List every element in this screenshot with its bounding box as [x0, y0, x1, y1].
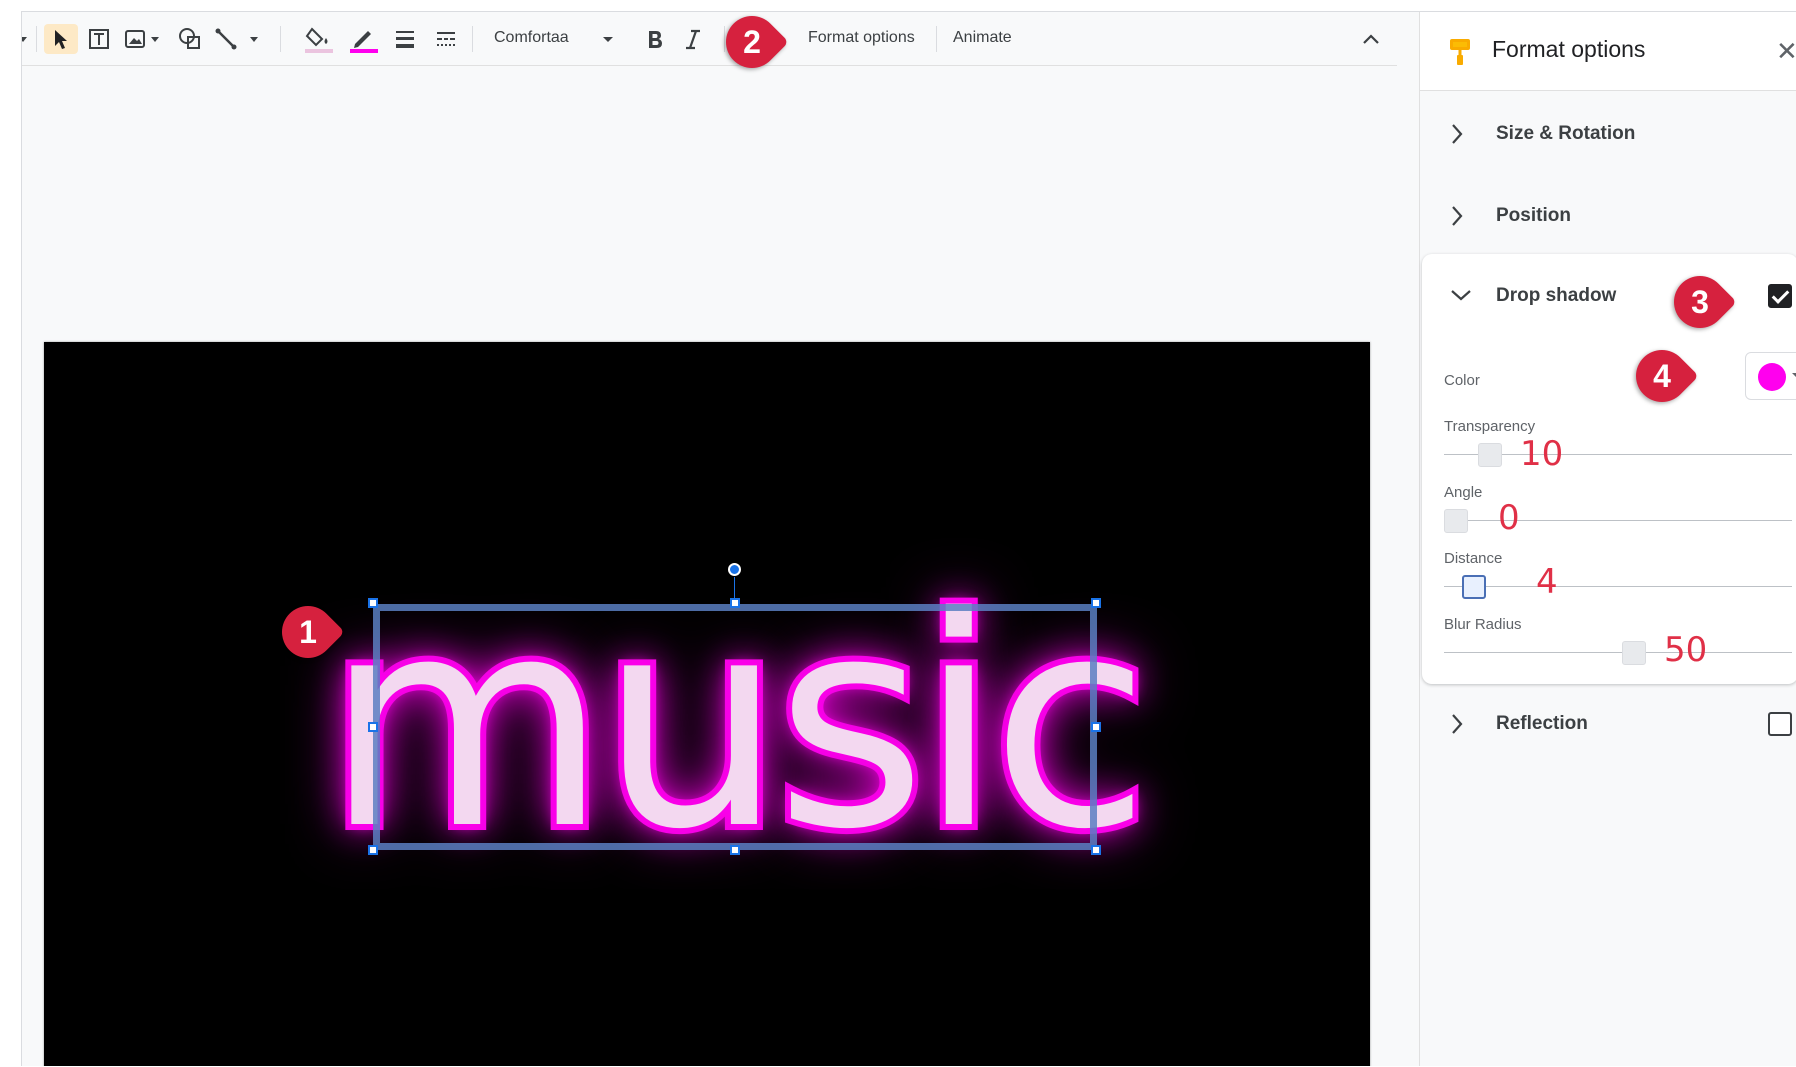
- chevron-right-icon: [1450, 713, 1464, 740]
- resize-handle-bottom-right[interactable]: [1091, 845, 1101, 855]
- resize-handle-top[interactable]: [730, 598, 740, 608]
- angle-slider-track[interactable]: [1444, 520, 1792, 521]
- animate-button[interactable]: Animate: [953, 29, 1012, 47]
- panel-header: Format options ✕: [1420, 12, 1796, 91]
- chevron-right-icon: [1450, 205, 1464, 232]
- reflection-checkbox[interactable]: [1768, 712, 1792, 736]
- shadow-color-picker[interactable]: [1745, 352, 1796, 400]
- callout-number: 3: [1691, 284, 1709, 320]
- callout-number: 1: [299, 614, 317, 650]
- callout-2: 2: [715, 5, 789, 79]
- transparency-slider-thumb[interactable]: [1478, 443, 1502, 467]
- resize-handle-bottom-left[interactable]: [368, 845, 378, 855]
- shape-icon[interactable]: [175, 24, 205, 54]
- transparency-value: 10: [1520, 434, 1564, 474]
- callout-3: 3: [1663, 265, 1737, 339]
- angle-label: Angle: [1444, 484, 1483, 501]
- callout-1: 1: [271, 595, 345, 669]
- transparency-label: Transparency: [1444, 418, 1536, 435]
- color-swatch: [1758, 363, 1786, 391]
- collapse-toolbar-icon[interactable]: [1359, 24, 1383, 54]
- angle-slider-thumb[interactable]: [1444, 509, 1468, 533]
- toolbar: Comfortaa Format options Animate: [22, 12, 1397, 66]
- resize-handle-right[interactable]: [1091, 722, 1101, 732]
- callout-4: 4: [1625, 339, 1699, 413]
- dropdown-caret-icon[interactable]: [22, 24, 28, 54]
- select-cursor-icon[interactable]: [44, 24, 78, 54]
- drop-shadow-card: Drop shadow Color Transparency 10 Angle …: [1422, 254, 1796, 684]
- section-reflection[interactable]: Reflection: [1420, 698, 1796, 778]
- callout-number: 2: [743, 24, 761, 60]
- chevron-down-icon[interactable]: [1450, 288, 1472, 307]
- panel-title: Format options: [1492, 36, 1646, 62]
- dropdown-caret-icon: [1792, 373, 1796, 378]
- toolbar-divider: [472, 26, 473, 52]
- blur-radius-slider-track[interactable]: [1444, 652, 1792, 653]
- toolbar-divider: [36, 26, 37, 52]
- callout-number: 4: [1653, 358, 1671, 394]
- close-icon[interactable]: ✕: [1776, 38, 1796, 64]
- blur-radius-label: Blur Radius: [1444, 616, 1522, 633]
- distance-label: Distance: [1444, 550, 1503, 567]
- section-label: Position: [1496, 205, 1571, 226]
- section-position[interactable]: Position: [1420, 174, 1796, 254]
- section-label: Size & Rotation: [1496, 123, 1636, 144]
- toolbar-divider: [936, 26, 937, 52]
- toolbar-divider: [280, 26, 281, 52]
- font-dropdown-caret-icon[interactable]: [600, 24, 616, 54]
- angle-value: 0: [1498, 498, 1520, 538]
- bold-icon[interactable]: [640, 24, 670, 54]
- resize-handle-bottom[interactable]: [730, 845, 740, 855]
- resize-handle-top-right[interactable]: [1091, 598, 1101, 608]
- blur-radius-slider-thumb[interactable]: [1622, 641, 1646, 665]
- paint-format-icon: [1448, 37, 1472, 72]
- distance-value: 4: [1536, 562, 1558, 602]
- text-box-icon[interactable]: [84, 24, 114, 54]
- border-dash-icon[interactable]: [430, 24, 462, 54]
- border-color-icon[interactable]: [347, 24, 381, 54]
- chevron-right-icon: [1450, 123, 1464, 150]
- drop-shadow-label: Drop shadow: [1496, 285, 1617, 306]
- resize-handle-top-left[interactable]: [368, 598, 378, 608]
- distance-slider-track[interactable]: [1444, 586, 1792, 587]
- border-weight-icon[interactable]: [389, 24, 421, 54]
- blur-radius-value: 50: [1664, 630, 1708, 670]
- section-label: Reflection: [1496, 713, 1588, 734]
- slides-editor-window: Comfortaa Format options Animate music F…: [21, 11, 1796, 1066]
- section-size-rotation[interactable]: Size & Rotation: [1420, 92, 1796, 174]
- font-family-select[interactable]: Comfortaa: [494, 29, 569, 47]
- rotation-handle[interactable]: [728, 563, 741, 576]
- resize-handle-left[interactable]: [368, 722, 378, 732]
- distance-slider-thumb[interactable]: [1462, 575, 1486, 599]
- color-label: Color: [1444, 372, 1480, 389]
- drop-shadow-checkbox[interactable]: [1768, 284, 1792, 308]
- selection-box: [373, 604, 1097, 850]
- fill-color-icon[interactable]: [302, 24, 336, 54]
- format-options-panel: Format options ✕ Size & Rotation Positio…: [1419, 12, 1796, 1066]
- format-options-button[interactable]: Format options: [808, 29, 915, 47]
- line-tool-icon[interactable]: [214, 24, 270, 54]
- italic-icon[interactable]: [678, 24, 708, 54]
- insert-image-icon[interactable]: [123, 24, 165, 54]
